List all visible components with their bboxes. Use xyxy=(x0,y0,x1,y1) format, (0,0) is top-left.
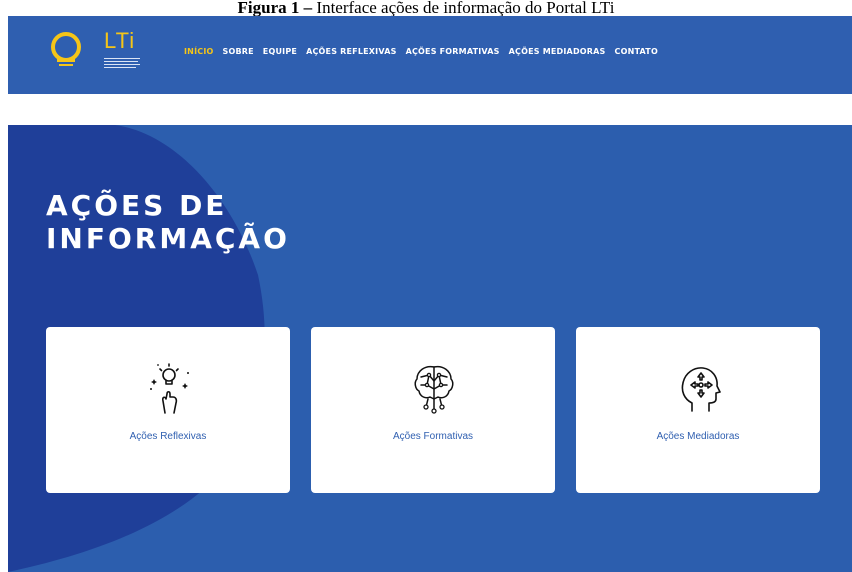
page-title: AÇÕES DE INFORMAÇÃO xyxy=(46,189,290,255)
logo-subtext-decoration xyxy=(104,56,144,70)
nav-item-acoes-mediadoras[interactable]: AÇÕES MEDIADORAS xyxy=(509,47,606,56)
caption-text: Interface ações de informação do Portal … xyxy=(312,0,615,16)
nav-item-inicio[interactable]: INÍCIO xyxy=(184,47,214,56)
page-title-line1: AÇÕES DE xyxy=(46,189,228,222)
card-label: Ações Formativas xyxy=(392,431,474,442)
hero-section: AÇÕES DE INFORMAÇÃO Ações Reflexivas Açõ… xyxy=(8,125,852,572)
card-label: Ações Mediadoras xyxy=(656,431,740,442)
card-acoes-reflexivas[interactable]: Ações Reflexivas xyxy=(46,327,290,493)
card-label: Ações Reflexivas xyxy=(129,431,207,442)
logo-text: LTi xyxy=(104,28,136,53)
nav-item-equipe[interactable]: EQUIPE xyxy=(263,47,297,56)
brain-network-icon xyxy=(414,365,454,414)
portal-screenshot: LTi INÍCIO SOBRE EQUIPE AÇÕES REFLEXIVAS… xyxy=(8,16,852,572)
nav-item-acoes-reflexivas[interactable]: AÇÕES REFLEXIVAS xyxy=(306,47,396,56)
lightbulb-icon xyxy=(51,32,81,66)
card-acoes-formativas[interactable]: Ações Formativas xyxy=(311,327,555,493)
caption-bold: Figura 1 – xyxy=(237,0,313,16)
main-nav: INÍCIO SOBRE EQUIPE AÇÕES REFLEXIVAS AÇÕ… xyxy=(184,47,667,56)
nav-item-acoes-formativas[interactable]: AÇÕES FORMATIVAS xyxy=(406,47,500,56)
card-acoes-mediadoras[interactable]: Ações Mediadoras xyxy=(576,327,820,493)
lightbulb-hand-icon xyxy=(150,363,189,414)
site-logo[interactable]: LTi xyxy=(44,28,140,78)
top-navbar: LTi INÍCIO SOBRE EQUIPE AÇÕES REFLEXIVAS… xyxy=(8,16,852,94)
nav-item-contato[interactable]: CONTATO xyxy=(615,47,658,56)
page-title-line2: INFORMAÇÃO xyxy=(46,222,290,255)
nav-item-sobre[interactable]: SOBRE xyxy=(223,47,254,56)
head-arrows-icon xyxy=(681,367,721,412)
nav-spacer xyxy=(8,94,852,125)
figure-caption: Figura 1 – Interface ações de informação… xyxy=(0,0,852,16)
